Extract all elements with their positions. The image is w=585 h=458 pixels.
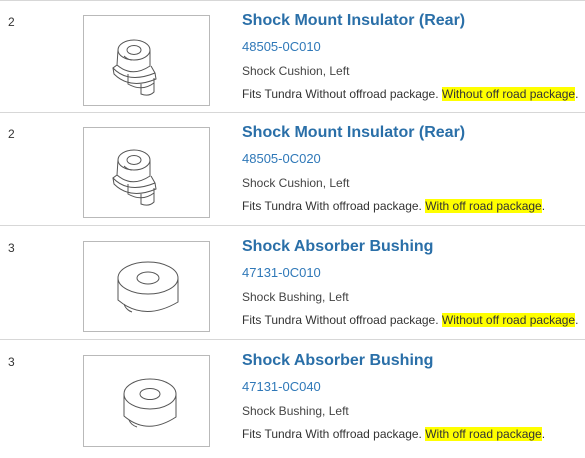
shock-bushing-icon bbox=[123, 378, 177, 428]
part-quantity: 3 bbox=[8, 241, 15, 255]
part-description: Shock Bushing, Left bbox=[242, 290, 349, 304]
part-quantity: 2 bbox=[8, 15, 15, 29]
part-row: 2 Shock Mount Insulator (Rear) 48505-0C0… bbox=[0, 113, 585, 226]
part-title-link[interactable]: Shock Mount Insulator (Rear) bbox=[242, 12, 465, 30]
part-number-link[interactable]: 47131-0C040 bbox=[242, 379, 321, 394]
part-row: 3 Shock Absorber Bushing 47131-0C010 Sho… bbox=[0, 227, 585, 340]
part-image[interactable] bbox=[83, 355, 210, 447]
part-row: 3 Shock Absorber Bushing 47131-0C040 Sho… bbox=[0, 341, 585, 458]
fitment-highlight: With off road package bbox=[425, 199, 542, 213]
part-quantity: 3 bbox=[8, 355, 15, 369]
part-description: Shock Cushion, Left bbox=[242, 176, 350, 190]
fitment-note: Fits Tundra With offroad package. With o… bbox=[242, 199, 545, 213]
part-image[interactable] bbox=[83, 127, 210, 218]
fitment-text: Fits Tundra Without offroad package. bbox=[242, 313, 439, 327]
part-description: Shock Cushion, Left bbox=[242, 64, 350, 78]
fitment-suffix: . bbox=[541, 199, 546, 213]
fitment-highlight: With off road package bbox=[425, 427, 542, 441]
shock-mount-insulator-icon bbox=[112, 39, 157, 96]
fitment-text: Fits Tundra Without offroad package. bbox=[242, 87, 439, 101]
fitment-note: Fits Tundra Without offroad package. Wit… bbox=[242, 87, 578, 101]
shock-mount-insulator-icon bbox=[112, 149, 157, 206]
fitment-note: Fits Tundra Without offroad package. Wit… bbox=[242, 313, 578, 327]
part-number-link[interactable]: 48505-0C010 bbox=[242, 39, 321, 54]
part-number-link[interactable]: 47131-0C010 bbox=[242, 265, 321, 280]
part-image[interactable] bbox=[83, 15, 210, 106]
shock-bushing-icon bbox=[117, 261, 179, 313]
part-quantity: 2 bbox=[8, 127, 15, 141]
part-title-link[interactable]: Shock Absorber Bushing bbox=[242, 352, 433, 370]
part-title-link[interactable]: Shock Absorber Bushing bbox=[242, 238, 433, 256]
fitment-suffix: . bbox=[575, 313, 579, 327]
part-description: Shock Bushing, Left bbox=[242, 404, 349, 418]
part-image[interactable] bbox=[83, 241, 210, 332]
fitment-highlight: Without off road package bbox=[441, 313, 576, 327]
part-row: 2 Shock Mount Insulator (Rear) 48505-0C0… bbox=[0, 0, 585, 113]
fitment-suffix: . bbox=[541, 427, 546, 441]
part-number-link[interactable]: 48505-0C020 bbox=[242, 151, 321, 166]
parts-list: 2 Shock Mount Insulator (Rear) 48505-0C0… bbox=[0, 0, 585, 458]
fitment-text: Fits Tundra With offroad package. bbox=[242, 427, 422, 441]
fitment-suffix: . bbox=[575, 87, 579, 101]
fitment-highlight: Without off road package bbox=[441, 87, 576, 101]
fitment-text: Fits Tundra With offroad package. bbox=[242, 199, 422, 213]
fitment-note: Fits Tundra With offroad package. With o… bbox=[242, 427, 545, 441]
part-title-link[interactable]: Shock Mount Insulator (Rear) bbox=[242, 124, 465, 142]
